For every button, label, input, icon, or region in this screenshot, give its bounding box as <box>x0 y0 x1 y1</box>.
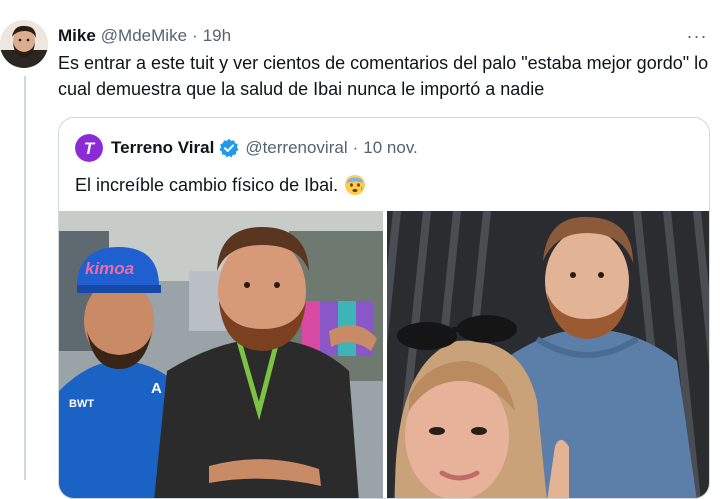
avatar[interactable] <box>0 20 48 68</box>
author-name[interactable]: Mike <box>58 26 96 46</box>
separator-dot: · <box>192 26 198 45</box>
anxious-face-emoji-icon <box>345 175 366 195</box>
author-handle[interactable]: @MdeMike <box>101 26 187 46</box>
logo-letter: T <box>84 139 96 158</box>
quoted-tweet-text: El increíble cambio físico de Ibai. <box>75 175 339 195</box>
photo-right-image <box>387 211 709 498</box>
separator-dot: · <box>352 138 359 157</box>
cap-text-kimoa: kimoa <box>85 259 134 278</box>
quoted-tweet[interactable]: T Terreno Viral @terrenoviral · 10 nov. … <box>58 117 710 499</box>
avatar-image <box>0 20 48 68</box>
quoted-author-handle[interactable]: @terrenoviral <box>245 138 347 158</box>
tweet-header: Mike @MdeMike · 19h <box>58 24 231 48</box>
shirt-text-bwt: BWT <box>69 398 94 410</box>
terreno-viral-logo-icon: T <box>75 134 103 162</box>
photo-left[interactable]: BWT A kimoa <box>59 211 383 498</box>
quoted-author-avatar[interactable]: T <box>75 134 103 162</box>
quoted-tweet-date[interactable]: 10 nov. <box>363 138 418 158</box>
thread-line <box>24 76 26 480</box>
photo-right[interactable] <box>387 211 709 498</box>
quoted-author-name[interactable]: Terreno Viral <box>111 138 214 158</box>
tweet-timestamp[interactable]: 19h <box>203 26 231 46</box>
tweet-text: Es entrar a este tuit y ver cientos de c… <box>58 53 709 99</box>
verified-badge-icon <box>219 138 239 158</box>
shirt-text-a: A <box>151 380 162 397</box>
more-options-icon[interactable]: ··· <box>682 24 712 48</box>
quoted-tweet-header: T Terreno Viral @terrenoviral · 10 nov. <box>75 134 418 162</box>
photo-left-image: BWT A kimoa <box>59 211 383 498</box>
quoted-tweet-text-row: El increíble cambio físico de Ibai. <box>75 172 366 198</box>
